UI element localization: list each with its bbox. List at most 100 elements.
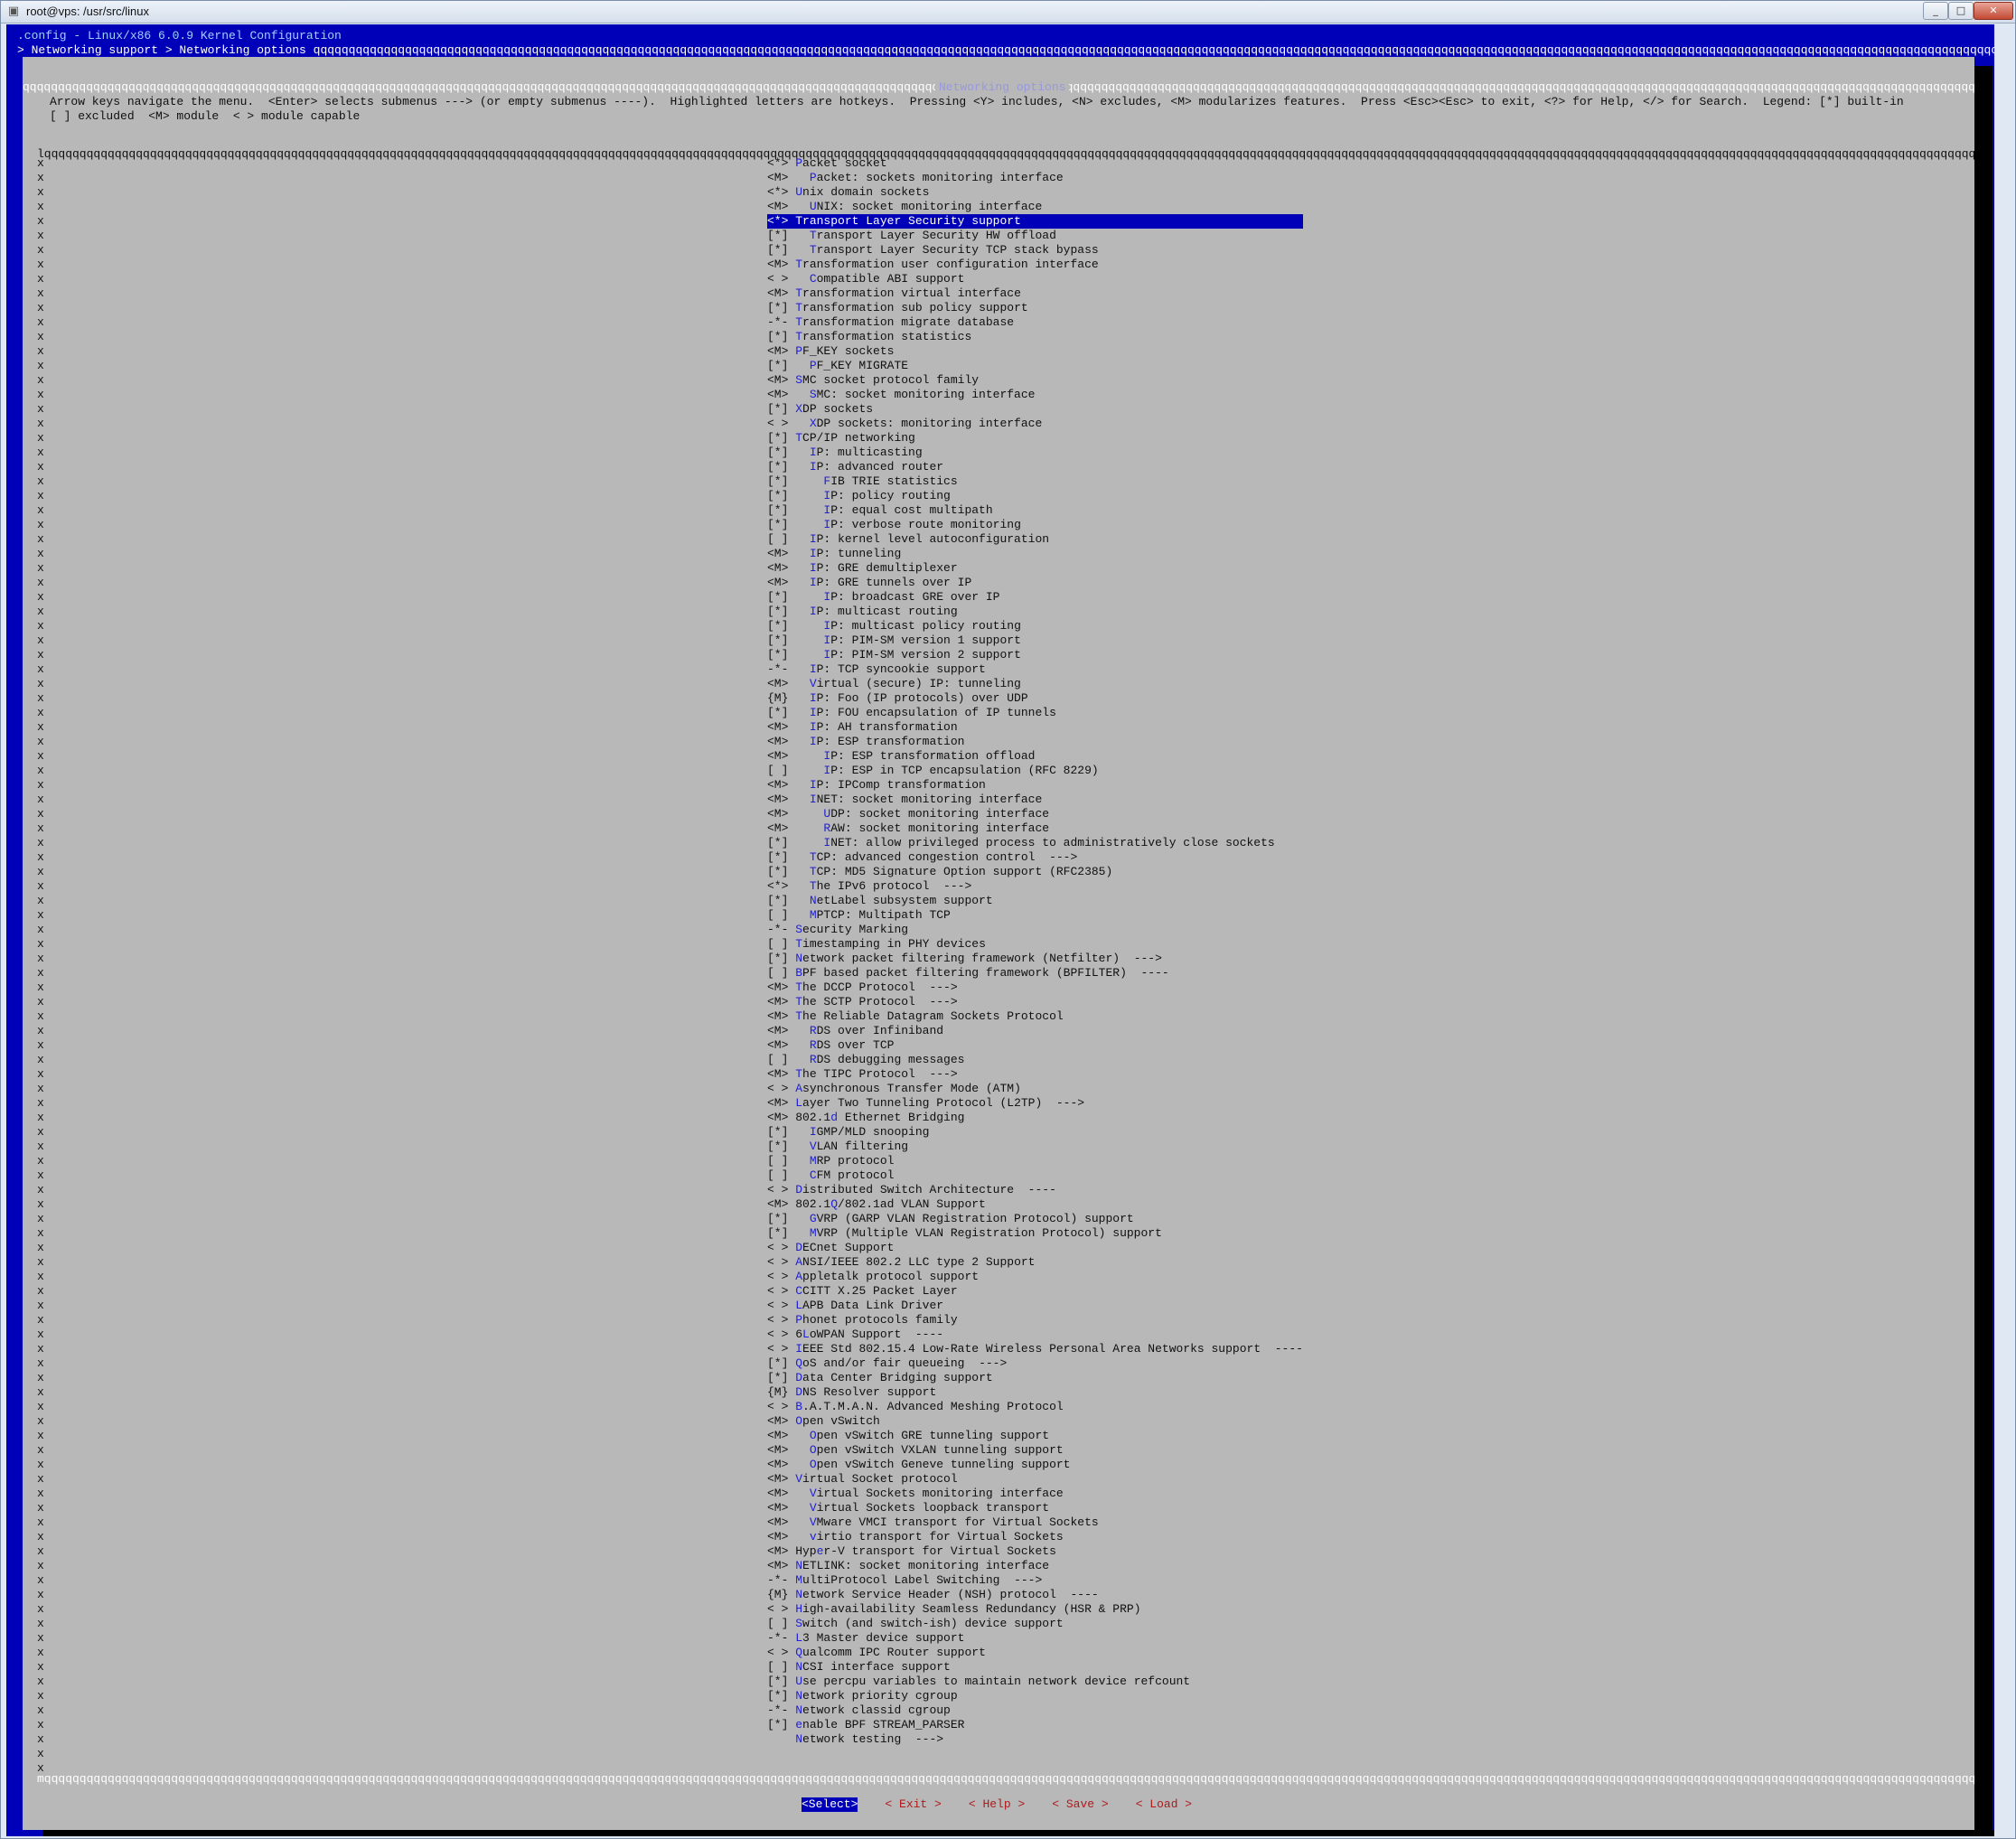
menu-item[interactable]: [*] IP: verbose route monitoring bbox=[767, 518, 1303, 532]
menu-item[interactable]: < > ANSI/IEEE 802.2 LLC type 2 Support bbox=[767, 1255, 1303, 1270]
menu-item[interactable]: <M> RDS over Infiniband bbox=[767, 1024, 1303, 1038]
menu-item[interactable]: -*- IP: TCP syncookie support bbox=[767, 662, 1303, 677]
menu-item[interactable]: [*] IP: FOU encapsulation of IP tunnels bbox=[767, 706, 1303, 720]
menu-item[interactable]: < > Qualcomm IPC Router support bbox=[767, 1646, 1303, 1660]
menu-item[interactable]: < > B.A.T.M.A.N. Advanced Meshing Protoc… bbox=[767, 1400, 1303, 1414]
menu-item[interactable]: [*] Transformation statistics bbox=[767, 330, 1303, 344]
menu-item[interactable]: [*] IP: PIM-SM version 1 support bbox=[767, 633, 1303, 648]
menu-item[interactable]: Network testing ---> bbox=[767, 1732, 1303, 1747]
minimize-button[interactable]: _ bbox=[1923, 2, 1948, 20]
menu-item[interactable]: -*- L3 Master device support bbox=[767, 1631, 1303, 1646]
menu-item[interactable]: [*] Network priority cgroup bbox=[767, 1689, 1303, 1703]
menu-item[interactable]: <M> SMC: socket monitoring interface bbox=[767, 388, 1303, 402]
dialog-button-select[interactable]: <Select> bbox=[802, 1797, 858, 1812]
menu-item[interactable]: -*- Transformation migrate database bbox=[767, 315, 1303, 330]
menu-item[interactable]: <M> UDP: socket monitoring interface bbox=[767, 807, 1303, 821]
menu-item[interactable]: <M> VMware VMCI transport for Virtual So… bbox=[767, 1515, 1303, 1530]
menu-item[interactable]: <*> The IPv6 protocol ---> bbox=[767, 879, 1303, 894]
menu-item[interactable]: [*] enable BPF STREAM_PARSER bbox=[767, 1718, 1303, 1732]
menu-item[interactable]: < > High-availability Seamless Redundanc… bbox=[767, 1602, 1303, 1617]
menu-item[interactable]: <M> Transformation user configuration in… bbox=[767, 258, 1303, 272]
menu-item[interactable]: [*] Data Center Bridging support bbox=[767, 1371, 1303, 1385]
menu-item[interactable]: <M> RAW: socket monitoring interface bbox=[767, 821, 1303, 836]
menu-item[interactable]: <M> UNIX: socket monitoring interface bbox=[767, 200, 1303, 214]
menu-item[interactable]: [*] NetLabel subsystem support bbox=[767, 894, 1303, 908]
menu-item[interactable]: [*] TCP/IP networking bbox=[767, 431, 1303, 446]
menu-item[interactable]: [*] GVRP (GARP VLAN Registration Protoco… bbox=[767, 1212, 1303, 1226]
menu-item[interactable]: <M> Virtual Socket protocol bbox=[767, 1472, 1303, 1487]
menu-item[interactable]: < > Compatible ABI support bbox=[767, 272, 1303, 286]
menu-item[interactable]: [*] IP: policy routing bbox=[767, 489, 1303, 503]
menu-item[interactable]: -*- Security Marking bbox=[767, 923, 1303, 937]
menu-item[interactable]: [ ] CFM protocol bbox=[767, 1168, 1303, 1183]
menu-item[interactable]: [*] IP: PIM-SM version 2 support bbox=[767, 648, 1303, 662]
menu-item[interactable]: < > IEEE Std 802.15.4 Low-Rate Wireless … bbox=[767, 1342, 1303, 1356]
menu-item[interactable]: <M> Open vSwitch VXLAN tunneling support bbox=[767, 1443, 1303, 1458]
menu-item[interactable]: [*] Use percpu variables to maintain net… bbox=[767, 1675, 1303, 1689]
terminal-screen[interactable]: .config - Linux/x86 6.0.9 Kernel Configu… bbox=[6, 24, 1994, 1836]
menu-item[interactable]: <M> Hyper-V transport for Virtual Socket… bbox=[767, 1544, 1303, 1559]
menu-item[interactable]: < > Asynchronous Transfer Mode (ATM) bbox=[767, 1082, 1303, 1096]
menu-item[interactable]: < > XDP sockets: monitoring interface bbox=[767, 417, 1303, 431]
menu-item[interactable]: -*- Network classid cgroup bbox=[767, 1703, 1303, 1718]
menu-item[interactable]: <M> Transformation virtual interface bbox=[767, 286, 1303, 301]
menu-item[interactable]: [*] VLAN filtering bbox=[767, 1140, 1303, 1154]
menu-item[interactable]: <*> Transport Layer Security support bbox=[767, 214, 1303, 229]
menu-item[interactable]: {M} Network Service Header (NSH) protoco… bbox=[767, 1588, 1303, 1602]
menu-item[interactable]: {M} DNS Resolver support bbox=[767, 1385, 1303, 1400]
menu-item[interactable]: [*] IP: multicasting bbox=[767, 446, 1303, 460]
menu-item[interactable]: [ ] RDS debugging messages bbox=[767, 1053, 1303, 1067]
menu-item[interactable]: [ ] MRP protocol bbox=[767, 1154, 1303, 1168]
dialog-button-save[interactable]: < Save > bbox=[1052, 1797, 1108, 1812]
menu-item[interactable]: <M> IP: GRE demultiplexer bbox=[767, 561, 1303, 576]
terminal-app-icon[interactable]: ▣ bbox=[6, 5, 21, 19]
menu-item[interactable]: <M> virtio transport for Virtual Sockets bbox=[767, 1530, 1303, 1544]
menu-item[interactable]: <M> Open vSwitch bbox=[767, 1414, 1303, 1429]
menu-item[interactable]: < > Distributed Switch Architecture ---- bbox=[767, 1183, 1303, 1197]
menu-item[interactable]: <M> INET: socket monitoring interface bbox=[767, 793, 1303, 807]
dialog-button-load[interactable]: < Load > bbox=[1136, 1797, 1192, 1812]
dialog-button-help[interactable]: < Help > bbox=[969, 1797, 1025, 1812]
menu-item[interactable]: < > 6LoWPAN Support ---- bbox=[767, 1328, 1303, 1342]
menu-item[interactable]: <*> Packet socket bbox=[767, 156, 1303, 171]
menu-item[interactable]: [*] TCP: MD5 Signature Option support (R… bbox=[767, 865, 1303, 879]
menu-item[interactable]: [*] IP: equal cost multipath bbox=[767, 503, 1303, 518]
menu-item[interactable]: [*] FIB TRIE statistics bbox=[767, 474, 1303, 489]
menu-item[interactable]: [*] Transport Layer Security TCP stack b… bbox=[767, 243, 1303, 258]
menu-item[interactable]: [*] TCP: advanced congestion control ---… bbox=[767, 850, 1303, 865]
menu-item[interactable]: -*- MultiProtocol Label Switching ---> bbox=[767, 1573, 1303, 1588]
menu-item[interactable]: [*] PF_KEY MIGRATE bbox=[767, 359, 1303, 373]
menu-item[interactable]: <M> IP: AH transformation bbox=[767, 720, 1303, 735]
menu-item[interactable]: <M> Virtual Sockets monitoring interface bbox=[767, 1487, 1303, 1501]
menu-item[interactable]: [*] Transport Layer Security HW offload bbox=[767, 229, 1303, 243]
menu-item[interactable]: [ ] BPF based packet filtering framework… bbox=[767, 966, 1303, 980]
menu-item[interactable]: < > CCITT X.25 Packet Layer bbox=[767, 1284, 1303, 1299]
menu-item[interactable]: <M> The SCTP Protocol ---> bbox=[767, 995, 1303, 1009]
menu-item[interactable]: <M> 802.1d Ethernet Bridging bbox=[767, 1111, 1303, 1125]
menu-item[interactable]: < > LAPB Data Link Driver bbox=[767, 1299, 1303, 1313]
menu-item[interactable]: [*] Network packet filtering framework (… bbox=[767, 952, 1303, 966]
menu-item[interactable]: [*] INET: allow privileged process to ad… bbox=[767, 836, 1303, 850]
title-bar[interactable]: ▣ root@vps: /usr/src/linux _ □ ✕ bbox=[1, 1, 2015, 23]
menu-item[interactable]: <*> Unix domain sockets bbox=[767, 185, 1303, 200]
menu-item[interactable]: [*] IP: multicast routing bbox=[767, 605, 1303, 619]
menu-item[interactable]: [*] QoS and/or fair queueing ---> bbox=[767, 1356, 1303, 1371]
menu-item[interactable]: < > Appletalk protocol support bbox=[767, 1270, 1303, 1284]
menu-item[interactable]: <M> IP: ESP transformation bbox=[767, 735, 1303, 749]
menu-item[interactable]: < > Phonet protocols family bbox=[767, 1313, 1303, 1328]
menu-item[interactable]: [*] IP: multicast policy routing bbox=[767, 619, 1303, 633]
menu-item[interactable]: <M> Open vSwitch GRE tunneling support bbox=[767, 1429, 1303, 1443]
menu-item[interactable]: <M> Packet: sockets monitoring interface bbox=[767, 171, 1303, 185]
menu-item[interactable]: [*] Transformation sub policy support bbox=[767, 301, 1303, 315]
menu-item[interactable]: <M> RDS over TCP bbox=[767, 1038, 1303, 1053]
menu-item[interactable]: [*] IP: broadcast GRE over IP bbox=[767, 590, 1303, 605]
maximize-button[interactable]: □ bbox=[1948, 2, 1974, 20]
menu-item[interactable]: [ ] Switch (and switch-ish) device suppo… bbox=[767, 1617, 1303, 1631]
menu-item[interactable]: <M> SMC socket protocol family bbox=[767, 373, 1303, 388]
menu-item[interactable]: <M> The TIPC Protocol ---> bbox=[767, 1067, 1303, 1082]
menu-item[interactable]: [ ] IP: ESP in TCP encapsulation (RFC 82… bbox=[767, 764, 1303, 778]
menu-item[interactable]: <M> IP: GRE tunnels over IP bbox=[767, 576, 1303, 590]
menu-item[interactable]: <M> NETLINK: socket monitoring interface bbox=[767, 1559, 1303, 1573]
menu-item[interactable]: [ ] NCSI interface support bbox=[767, 1660, 1303, 1675]
menu-item[interactable]: [*] XDP sockets bbox=[767, 402, 1303, 417]
